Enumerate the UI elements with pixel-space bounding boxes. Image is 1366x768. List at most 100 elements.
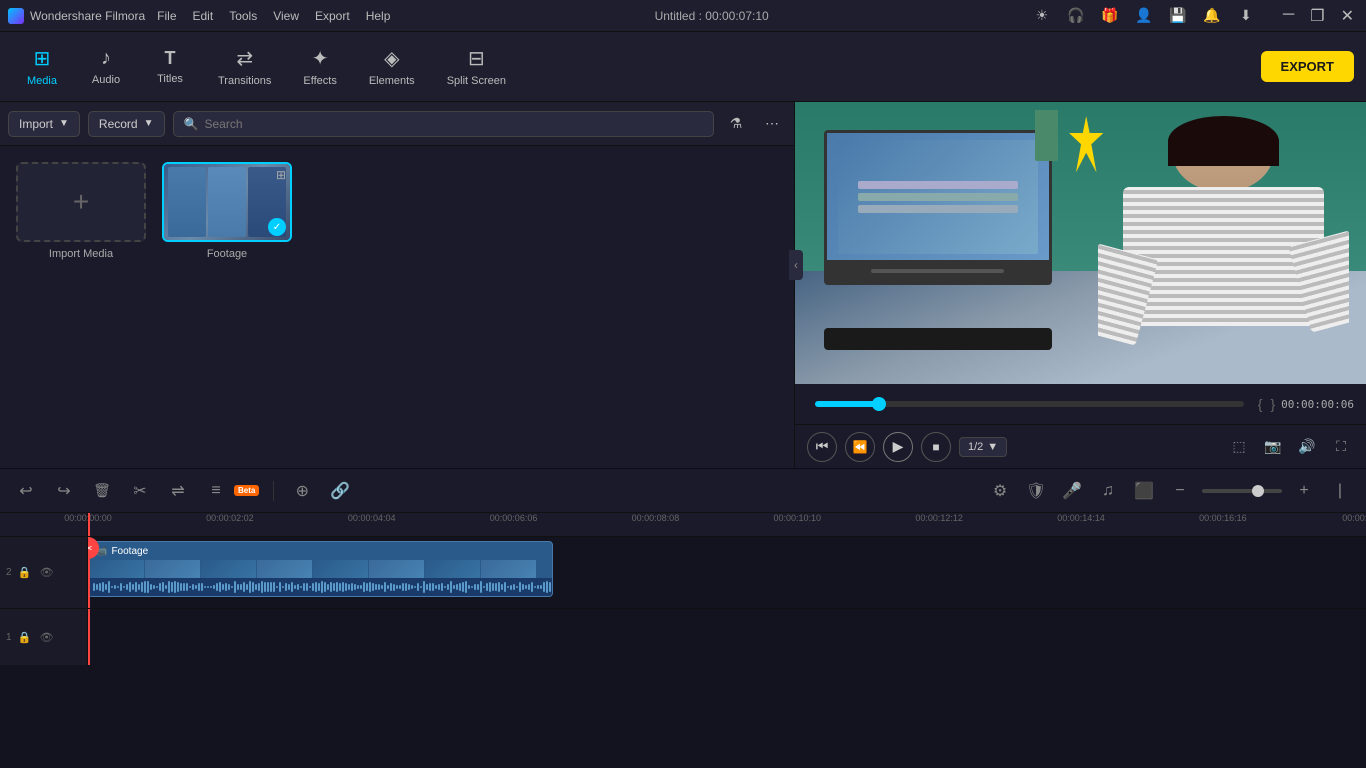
brightness-icon[interactable]: ☀	[1033, 7, 1051, 25]
search-box[interactable]: 🔍	[173, 111, 714, 137]
import-thumb[interactable]: +	[16, 162, 146, 242]
keyboard	[824, 328, 1052, 351]
track-content-v1	[88, 609, 1366, 665]
audio-bar	[162, 582, 164, 593]
tab-audio[interactable]: ♪ Audio	[76, 41, 136, 92]
audio-bar	[192, 584, 194, 590]
menu-file[interactable]: File	[157, 9, 176, 23]
footage-item[interactable]: ✓ ⊞ Footage	[162, 162, 292, 260]
audio-bar	[522, 584, 524, 590]
prev-frame-btn[interactable]: ⏮	[807, 432, 837, 462]
align-btn[interactable]: ⇌	[164, 477, 192, 505]
audio-bar	[399, 585, 401, 589]
undo-btn[interactable]: ↩	[12, 477, 40, 505]
tab-split-screen[interactable]: ⊟ Split Screen	[433, 40, 520, 93]
settings-icon[interactable]: ⚙	[986, 477, 1014, 505]
preview-video-placeholder	[795, 102, 1366, 384]
music-add-icon[interactable]: ♫	[1094, 477, 1122, 505]
menu-export[interactable]: Export	[315, 9, 350, 23]
headset-icon[interactable]: 🎧	[1067, 7, 1085, 25]
audio-bar	[441, 583, 443, 591]
import-media-item[interactable]: + Import Media	[16, 162, 146, 260]
titles-icon: T	[165, 48, 176, 69]
tab-media[interactable]: ⊞ Media	[12, 40, 72, 93]
filter-icon[interactable]: ⚗	[722, 110, 750, 138]
track-header-v2: 2 🔒 👁	[0, 537, 88, 608]
audio-bar	[492, 583, 494, 591]
mic-icon[interactable]: 🎤	[1058, 477, 1086, 505]
zoom-handle[interactable]	[1252, 485, 1264, 497]
audio-bar	[513, 584, 515, 590]
play-btn[interactable]: ▶	[883, 432, 913, 462]
shield-icon[interactable]: 🛡	[1022, 477, 1050, 505]
record-dropdown[interactable]: Record ▼	[88, 111, 165, 137]
speed-selector[interactable]: 1/2 ▼	[959, 437, 1007, 457]
ruler-marks: 00:00:00:00 00:00:02:02 00:00:04:04 00:0…	[88, 513, 1366, 537]
screenshot-icon[interactable]: 📷	[1260, 434, 1286, 460]
link-icon[interactable]: 🔗	[326, 477, 354, 505]
save-icon[interactable]: 💾	[1169, 7, 1187, 25]
menu-view[interactable]: View	[273, 9, 299, 23]
zoom-in-icon[interactable]: +	[1290, 477, 1318, 505]
tab-effects[interactable]: ✦ Effects	[289, 40, 350, 93]
delete-btn[interactable]: 🗑	[88, 477, 116, 505]
preview-panel: { } 00:00:00:06 ⏮ ⏪ ▶ ■ 1/2 ▼ ⬚ 📷 🔊 ⛶	[795, 102, 1366, 468]
footage-clip[interactable]: 📹 Footage	[88, 541, 553, 597]
menu-tools[interactable]: Tools	[229, 9, 257, 23]
fullscreen-icon[interactable]: ⛶	[1328, 434, 1354, 460]
audio-bar	[531, 582, 533, 592]
track-lock-btn-v2[interactable]: 🔒	[16, 564, 34, 582]
vertical-bar-icon[interactable]: |	[1326, 477, 1354, 505]
audio-bar	[195, 585, 197, 589]
split-btn[interactable]: ✂	[126, 477, 154, 505]
record-arrow: ▼	[144, 118, 154, 129]
gift-icon[interactable]: 🎁	[1101, 7, 1119, 25]
person-area	[1098, 110, 1349, 364]
user-icon[interactable]: 👤	[1135, 7, 1153, 25]
ai-edit-icon[interactable]: ≡	[202, 477, 230, 505]
import-dropdown[interactable]: Import ▼	[8, 111, 80, 137]
audio-bar	[369, 582, 371, 592]
redo-btn[interactable]: ↪	[50, 477, 78, 505]
step-back-btn[interactable]: ⏪	[845, 432, 875, 462]
sidebar-collapse-arrow[interactable]: ‹	[789, 250, 803, 280]
track-eye-btn-v1[interactable]: 👁	[38, 628, 56, 646]
download-icon[interactable]: ⬇	[1237, 7, 1255, 25]
progress-bar[interactable]	[815, 401, 1244, 407]
fullscreen-add-icon[interactable]: ⬚	[1226, 434, 1252, 460]
progress-handle[interactable]	[872, 397, 886, 411]
captions-icon[interactable]: ⬛	[1130, 477, 1158, 505]
tab-transitions[interactable]: ⇄ Transitions	[204, 40, 285, 93]
track-lock-btn-v1[interactable]: 🔒	[16, 628, 34, 646]
export-button[interactable]: EXPORT	[1261, 51, 1354, 82]
zoom-out-icon[interactable]: −	[1166, 477, 1194, 505]
grid-options-icon[interactable]: ⋯	[758, 110, 786, 138]
audio-bar	[345, 583, 347, 590]
close-btn[interactable]: ✕	[1337, 6, 1358, 26]
project-title: Untitled : 00:00:07:10	[655, 9, 769, 23]
audio-bar	[285, 583, 287, 591]
audio-bar	[297, 584, 299, 590]
bell-icon[interactable]: 🔔	[1203, 7, 1221, 25]
audio-bar	[243, 582, 245, 591]
menu-edit[interactable]: Edit	[193, 9, 214, 23]
tab-elements[interactable]: ◈ Elements	[355, 40, 429, 93]
brace-open-icon[interactable]: {	[1256, 396, 1265, 412]
audio-bar	[414, 586, 416, 588]
add-to-timeline-icon[interactable]: ⊕	[288, 477, 316, 505]
audio-bar	[432, 583, 434, 591]
footage-thumb[interactable]: ✓ ⊞	[162, 162, 292, 242]
tab-titles[interactable]: T Titles	[140, 42, 200, 91]
brace-close-icon[interactable]: }	[1268, 396, 1277, 412]
maximize-btn[interactable]: ❐	[1306, 6, 1328, 26]
minimize-btn[interactable]: ─	[1279, 6, 1298, 26]
track-eye-btn-v2[interactable]: 👁	[38, 564, 56, 582]
menu-help[interactable]: Help	[366, 9, 391, 23]
transitions-label: Transitions	[218, 75, 271, 87]
search-input[interactable]	[204, 117, 703, 131]
audio-bar	[261, 581, 263, 592]
stop-btn[interactable]: ■	[921, 432, 951, 462]
volume-icon[interactable]: 🔊	[1294, 434, 1320, 460]
titlebar-right: ☀ 🎧 🎁 👤 💾 🔔 ⬇ ─ ❐ ✕	[1033, 6, 1358, 26]
zoom-slider[interactable]	[1202, 489, 1282, 493]
